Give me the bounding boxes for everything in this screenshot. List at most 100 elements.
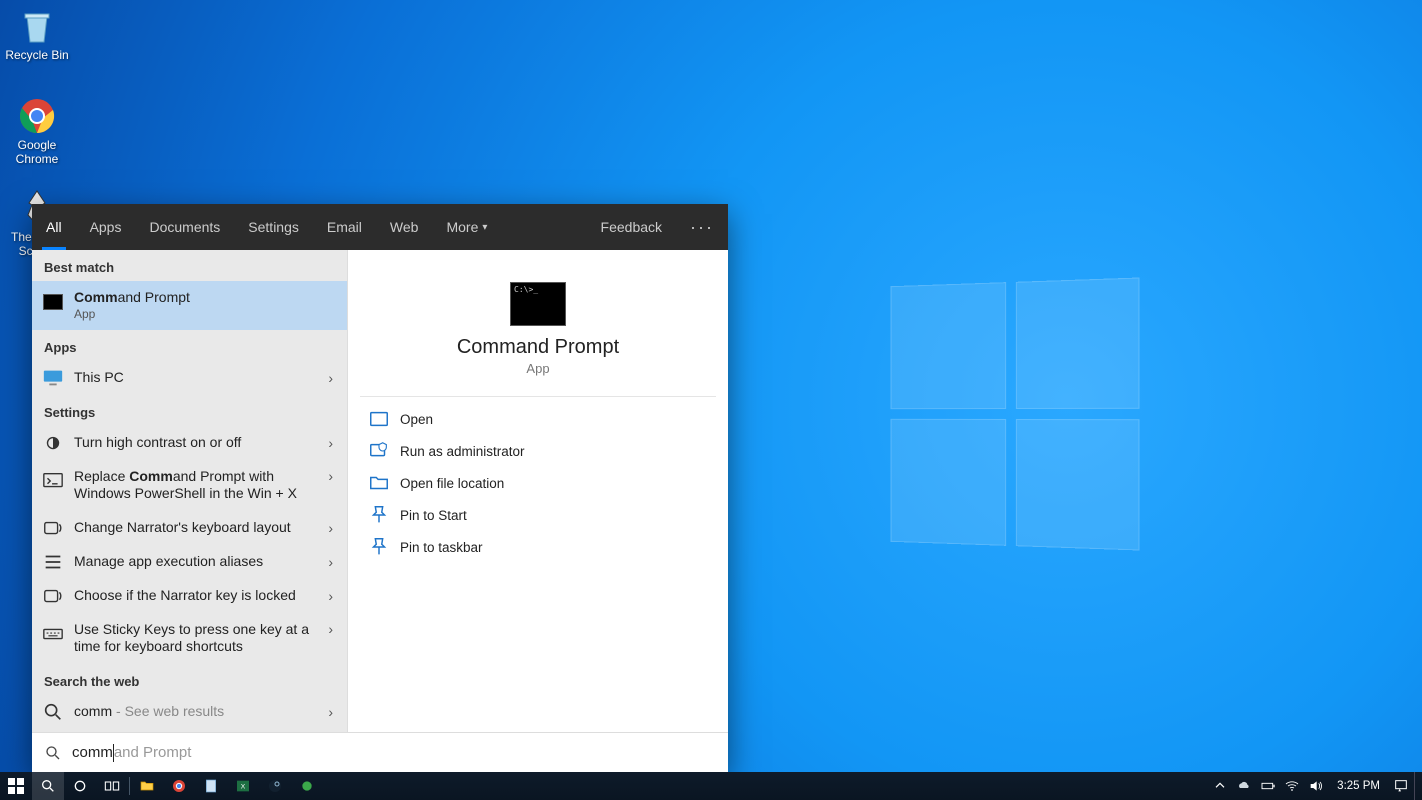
result-setting-sticky-keys[interactable]: Use Sticky Keys to press one key at a ti… xyxy=(32,613,347,664)
chevron-right-icon: › xyxy=(324,554,337,570)
taskbar-excel[interactable]: X xyxy=(227,772,259,800)
show-desktop-button[interactable] xyxy=(1414,772,1420,800)
section-best-match: Best match xyxy=(32,250,347,281)
action-pin-start[interactable]: Pin to Start xyxy=(360,499,716,531)
action-label: Run as administrator xyxy=(400,444,525,459)
search-input[interactable]: command Prompt xyxy=(32,732,728,772)
taskbar-app[interactable] xyxy=(291,772,323,800)
tab-settings[interactable]: Settings xyxy=(234,204,313,250)
tab-apps[interactable]: Apps xyxy=(76,204,136,250)
pin-icon xyxy=(368,538,390,556)
result-subtitle: App xyxy=(74,307,337,322)
taskbar-steam[interactable] xyxy=(259,772,291,800)
cortana-button[interactable] xyxy=(64,772,96,800)
terminal-icon xyxy=(42,470,64,492)
chrome-icon xyxy=(17,96,57,136)
system-tray: 3:25 PM xyxy=(1209,772,1422,800)
desktop-icon-recycle-bin[interactable]: Recycle Bin xyxy=(0,6,74,62)
section-settings: Settings xyxy=(32,395,347,426)
search-preview-pane: Command Prompt App Open Run as administr… xyxy=(348,250,728,732)
result-setting-high-contrast[interactable]: Turn high contrast on or off › xyxy=(32,426,347,460)
desktop-icon-label: Recycle Bin xyxy=(0,48,74,62)
tab-documents[interactable]: Documents xyxy=(135,204,234,250)
result-setting-app-aliases[interactable]: Manage app execution aliases › xyxy=(32,545,347,579)
start-button[interactable] xyxy=(0,772,32,800)
task-view-button[interactable] xyxy=(96,772,128,800)
folder-icon xyxy=(368,474,390,492)
feedback-link[interactable]: Feedback xyxy=(587,204,676,250)
result-title: Replace Command Prompt with Windows Powe… xyxy=(74,468,324,503)
search-options-button[interactable]: ··· xyxy=(676,204,728,250)
result-web-search[interactable]: comm - See web results › xyxy=(32,695,347,729)
result-command-prompt[interactable]: Command Prompt App xyxy=(32,281,347,330)
svg-text:X: X xyxy=(241,784,246,791)
taskbar-chrome[interactable] xyxy=(163,772,195,800)
list-icon xyxy=(42,551,64,573)
tab-email[interactable]: Email xyxy=(313,204,376,250)
cmd-icon xyxy=(42,291,64,313)
tab-more-label: More xyxy=(446,219,478,235)
action-center-button[interactable] xyxy=(1390,772,1412,800)
action-label: Open xyxy=(400,412,433,427)
result-setting-narrator-key[interactable]: Choose if the Narrator key is locked › xyxy=(32,579,347,613)
tray-onedrive-icon[interactable] xyxy=(1233,772,1255,800)
preview-type: App xyxy=(360,361,716,376)
action-run-admin[interactable]: Run as administrator xyxy=(360,435,716,467)
taskbar-file-explorer[interactable] xyxy=(131,772,163,800)
tray-battery-icon[interactable] xyxy=(1257,772,1279,800)
narrator-icon xyxy=(42,517,64,539)
taskbar-clock[interactable]: 3:25 PM xyxy=(1329,780,1388,792)
search-flyout: All Apps Documents Settings Email Web Mo… xyxy=(32,204,728,772)
action-open-location[interactable]: Open file location xyxy=(360,467,716,499)
this-pc-icon xyxy=(42,367,64,389)
result-title: Command Prompt xyxy=(74,289,337,307)
chevron-right-icon: › xyxy=(324,520,337,536)
search-icon xyxy=(44,744,62,762)
preview-cmd-icon xyxy=(510,282,566,326)
result-setting-narrator-keyboard[interactable]: Change Narrator's keyboard layout › xyxy=(32,511,347,545)
shield-icon xyxy=(368,442,390,460)
wallpaper-windows-logo xyxy=(891,277,1140,550)
narrator-icon xyxy=(42,585,64,607)
preview-title: Command Prompt xyxy=(360,336,716,359)
section-apps: Apps xyxy=(32,330,347,361)
action-open[interactable]: Open xyxy=(360,403,716,435)
search-tabs: All Apps Documents Settings Email Web Mo… xyxy=(32,204,728,250)
desktop-icon-chrome[interactable]: Google Chrome xyxy=(0,96,74,166)
result-title: Use Sticky Keys to press one key at a ti… xyxy=(74,621,324,656)
chevron-right-icon: › xyxy=(324,468,337,484)
action-label: Pin to taskbar xyxy=(400,540,483,555)
chevron-right-icon: › xyxy=(324,621,337,637)
result-title: Turn high contrast on or off xyxy=(74,434,324,452)
desktop-icon-label: Google Chrome xyxy=(0,138,74,166)
action-label: Open file location xyxy=(400,476,504,491)
search-input-typed: comm xyxy=(72,744,113,761)
action-label: Pin to Start xyxy=(400,508,467,523)
tab-all[interactable]: All xyxy=(32,204,76,250)
tray-volume-icon[interactable] xyxy=(1305,772,1327,800)
tab-more[interactable]: More ▾ xyxy=(432,204,501,250)
action-pin-taskbar[interactable]: Pin to taskbar xyxy=(360,531,716,563)
result-this-pc[interactable]: This PC › xyxy=(32,361,347,395)
result-title: comm - See web results xyxy=(74,703,324,721)
tab-web[interactable]: Web xyxy=(376,204,433,250)
chevron-right-icon: › xyxy=(324,704,337,720)
search-icon xyxy=(42,701,64,723)
taskbar-notepad[interactable] xyxy=(195,772,227,800)
chevron-right-icon: › xyxy=(324,588,337,604)
search-results-list: Best match Command Prompt App Apps This … xyxy=(32,250,348,732)
result-title: Manage app execution aliases xyxy=(74,553,324,571)
open-icon xyxy=(368,410,390,428)
result-setting-replace-cmd[interactable]: Replace Command Prompt with Windows Powe… xyxy=(32,460,347,511)
result-title: This PC xyxy=(74,369,324,387)
search-button[interactable] xyxy=(32,772,64,800)
keyboard-icon xyxy=(42,623,64,645)
chevron-right-icon: › xyxy=(324,435,337,451)
tray-wifi-icon[interactable] xyxy=(1281,772,1303,800)
search-input-suggestion: and Prompt xyxy=(114,744,192,761)
taskbar: X 3:25 PM xyxy=(0,772,1422,800)
chevron-right-icon: › xyxy=(324,370,337,386)
result-title: Change Narrator's keyboard layout xyxy=(74,519,324,537)
result-title: Choose if the Narrator key is locked xyxy=(74,587,324,605)
tray-overflow-button[interactable] xyxy=(1209,772,1231,800)
